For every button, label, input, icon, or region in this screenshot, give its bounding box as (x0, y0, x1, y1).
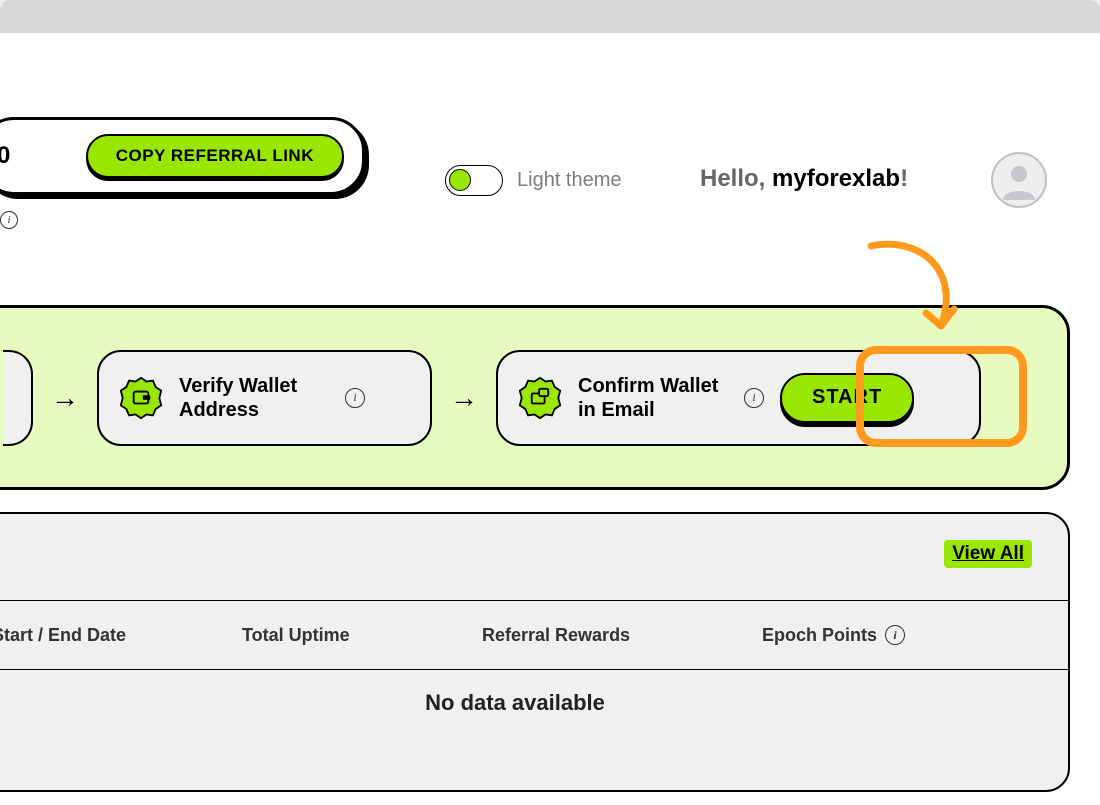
referral-count: 0 (0, 142, 10, 170)
greeting-suffix: ! (900, 165, 908, 192)
col-epoch-points-label: Epoch Points (762, 625, 877, 646)
greeting: Hello, myforexlab! (700, 165, 908, 193)
col-epoch-points: Epoch Points i (762, 625, 962, 646)
theme-toggle[interactable] (445, 165, 503, 196)
arrow-right-icon: → (51, 382, 79, 414)
copy-referral-button[interactable]: COPY REFERRAL LINK (86, 134, 344, 178)
col-total-uptime: Total Uptime (242, 625, 482, 646)
step-confirm-wallet: Confirm Wallet in Email i START (496, 350, 981, 446)
copy-referral-label: COPY REFERRAL LINK (116, 146, 314, 166)
user-icon (999, 160, 1039, 200)
info-icon[interactable]: i (345, 388, 365, 408)
referral-pill: 0 COPY REFERRAL LINK (0, 117, 365, 195)
greeting-prefix: Hello, (700, 165, 772, 192)
view-all-label: View All (952, 543, 1024, 564)
epoch-table-panel: View All Start / End Date Total Uptime R… (0, 512, 1070, 792)
avatar[interactable] (991, 152, 1047, 208)
info-icon[interactable]: i (0, 211, 18, 229)
view-all-link[interactable]: View All (944, 540, 1032, 568)
step-confirm-label: Confirm Wallet in Email (578, 374, 728, 422)
info-icon[interactable]: i (744, 388, 764, 408)
app-content: 0 COPY REFERRAL LINK i Light theme Hello… (0, 33, 1100, 805)
empty-state-text: No data available (0, 690, 1068, 716)
step-card-previous (3, 350, 33, 446)
onboarding-steps-banner: → Verify Wallet Address i → Co (0, 305, 1070, 490)
step-verify-label: Verify Wallet Address (179, 374, 329, 422)
table-header-row: Start / End Date Total Uptime Referral R… (0, 600, 1068, 670)
arrow-right-icon: → (450, 382, 478, 414)
info-icon[interactable]: i (885, 625, 905, 645)
col-start-end-date: Start / End Date (0, 625, 242, 646)
step-verify-wallet: Verify Wallet Address i (97, 350, 432, 446)
col-referral-rewards: Referral Rewards (482, 625, 762, 646)
toggle-knob (449, 169, 471, 191)
wallet-badge-icon (119, 376, 163, 420)
theme-toggle-wrap: Light theme (445, 165, 622, 196)
wallet-email-badge-icon (518, 376, 562, 420)
start-button-label: START (812, 386, 882, 408)
browser-chrome (0, 0, 1100, 33)
username: myforexlab (772, 165, 900, 192)
theme-label: Light theme (517, 169, 622, 192)
start-button[interactable]: START (780, 373, 914, 423)
